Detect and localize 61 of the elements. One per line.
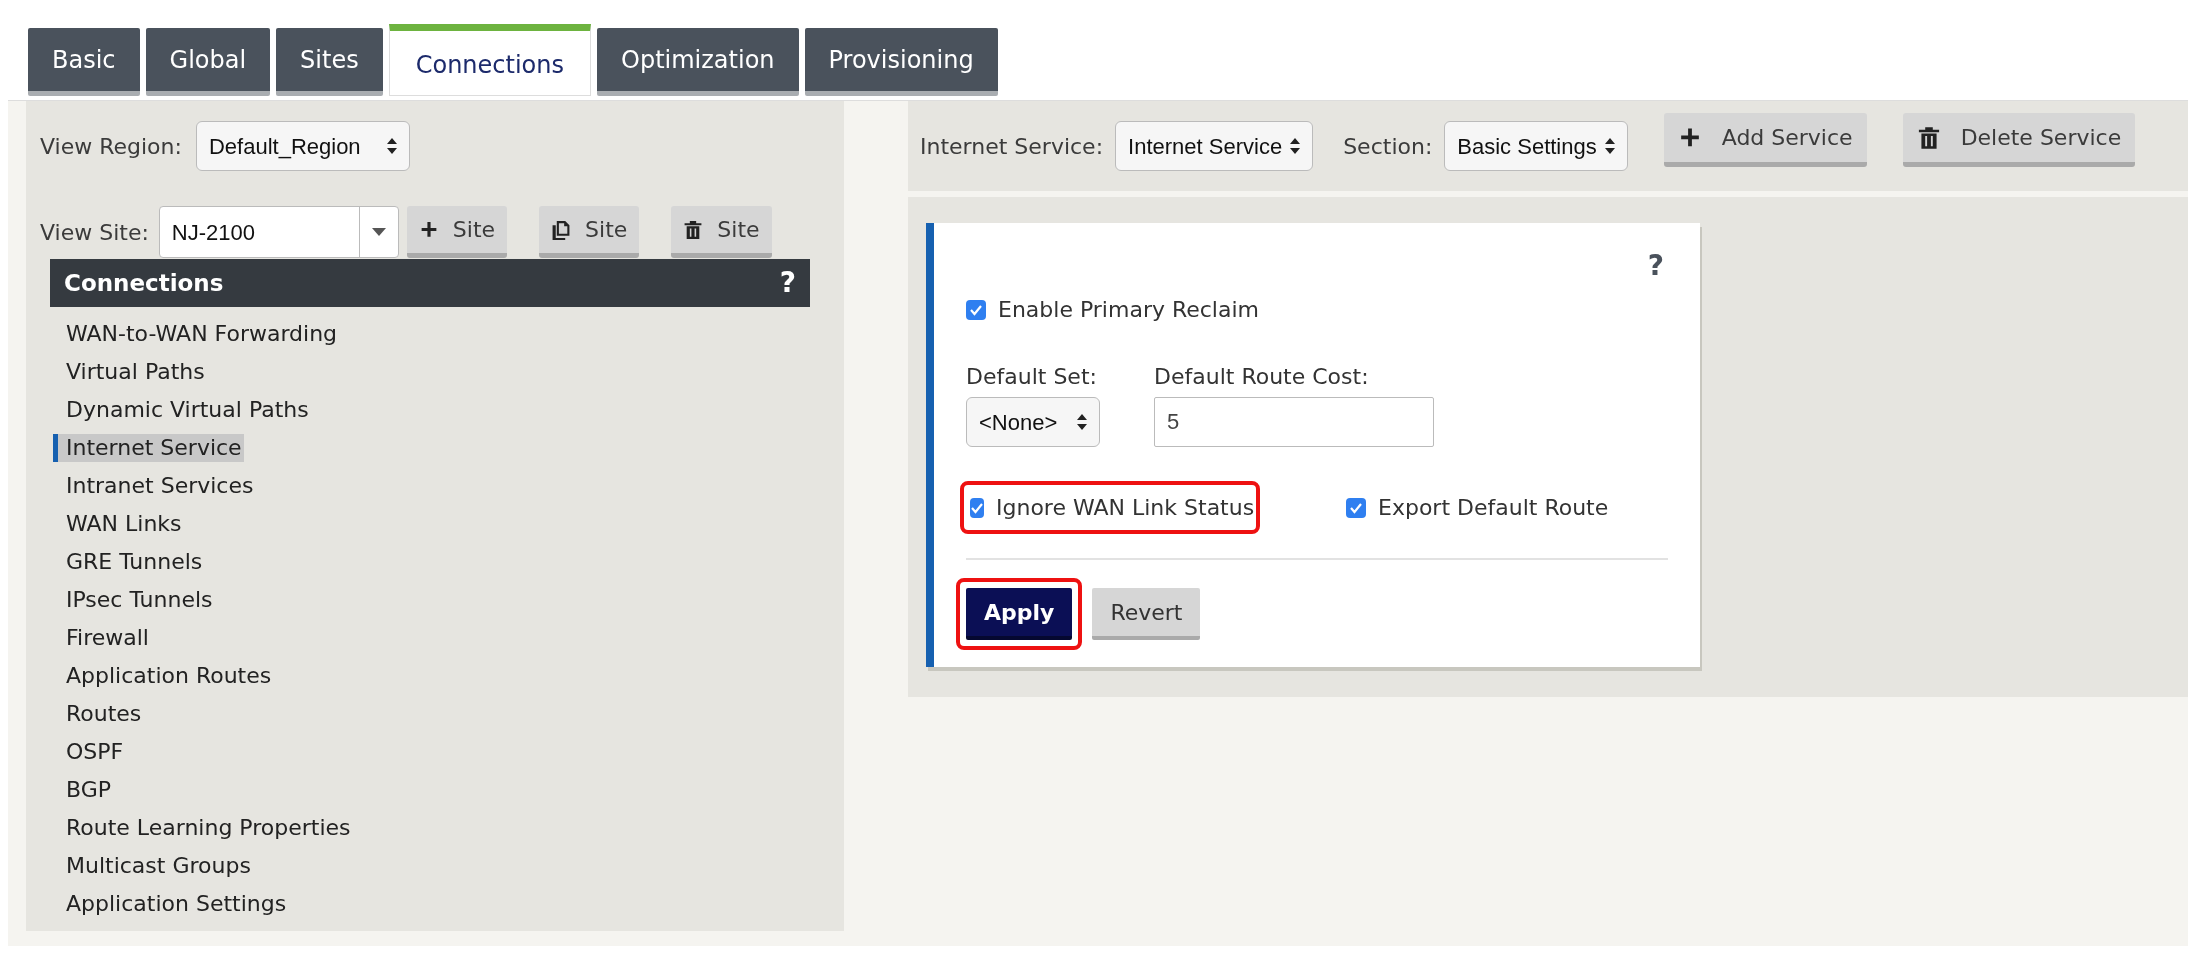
trash-icon xyxy=(683,219,704,240)
field-label: Section: xyxy=(1343,132,1433,161)
tab[interactable]: Provisioning xyxy=(804,28,998,96)
nav-item[interactable]: Route Learning Properties xyxy=(66,814,351,842)
header-title: Connections xyxy=(64,268,224,298)
tab[interactable]: Sites xyxy=(276,28,383,96)
checkbox[interactable] xyxy=(966,299,986,320)
section-select[interactable]: Basic Settings xyxy=(1444,121,1628,171)
site-button[interactable]: Site xyxy=(671,206,772,258)
nav-item[interactable]: WAN-to-WAN Forwarding xyxy=(66,320,338,348)
service-button[interactable]: Add Service xyxy=(1663,113,1867,167)
tab[interactable]: Global xyxy=(145,28,271,96)
checkbox[interactable] xyxy=(1346,497,1366,518)
checkbox[interactable] xyxy=(970,497,984,518)
nav-item[interactable]: Routes xyxy=(66,700,142,728)
nav-item[interactable]: BGP xyxy=(66,776,112,804)
field-label: View Region: xyxy=(40,132,182,161)
route-cost-field[interactable]: 5 xyxy=(1154,397,1434,447)
nav-item[interactable]: Intranet Services xyxy=(66,472,254,500)
checkmark-icon xyxy=(970,501,984,514)
apply-button[interactable]: Apply xyxy=(966,588,1073,640)
site-button[interactable]: Site xyxy=(406,206,508,258)
nav-item[interactable]: Application Settings xyxy=(66,890,287,918)
copy-icon xyxy=(551,219,572,240)
service-button[interactable]: Delete Service xyxy=(1902,113,2136,167)
tab[interactable]: Basic xyxy=(28,28,140,96)
checkbox-label: Enable Primary Reclaim xyxy=(998,296,1259,324)
nav-item[interactable]: Multicast Groups xyxy=(66,852,251,880)
nav-item[interactable]: WAN Links xyxy=(66,510,182,538)
nav-item[interactable]: IPsec Tunnels xyxy=(66,586,213,614)
sort-arrows-icon xyxy=(386,138,397,154)
region-select[interactable]: Default_Region xyxy=(195,121,410,171)
field-label: Internet Service: xyxy=(920,132,1104,161)
checkmark-icon xyxy=(1349,501,1363,514)
checkbox-label: Ignore WAN Link Status xyxy=(996,494,1255,522)
nav-item[interactable]: Dynamic Virtual Paths xyxy=(66,396,309,424)
site-button[interactable]: Site xyxy=(539,206,640,258)
sort-arrows-icon xyxy=(1077,414,1087,430)
nav-item[interactable]: Firewall xyxy=(66,624,149,652)
field-label: Default Set: xyxy=(966,363,1098,391)
nav-item[interactable]: GRE Tunnels xyxy=(66,548,203,576)
nav-item[interactable]: Internet Service xyxy=(53,434,244,462)
site-combobox[interactable]: NJ-2100 xyxy=(158,206,399,258)
checkbox-label: Export Default Route xyxy=(1378,494,1609,522)
nav-item[interactable]: Virtual Paths xyxy=(66,358,205,386)
nav-item[interactable]: Application Routes xyxy=(66,662,272,690)
help-icon[interactable]: ? xyxy=(779,262,796,304)
sort-arrows-icon xyxy=(1290,138,1301,154)
dropdown-caret-icon xyxy=(371,228,386,236)
service-select[interactable]: Internet Service xyxy=(1115,121,1314,171)
tab[interactable]: Optimization xyxy=(597,28,799,96)
nav-item[interactable]: OSPF xyxy=(66,738,124,766)
field-label: View Site: xyxy=(40,218,149,247)
trash-icon xyxy=(1916,125,1941,150)
default-set-select[interactable]: <None> xyxy=(966,397,1100,447)
tab[interactable]: Connections xyxy=(388,24,591,96)
sort-arrows-icon xyxy=(1604,138,1615,154)
help-icon[interactable]: ? xyxy=(1647,245,1664,293)
checkmark-icon xyxy=(969,303,983,316)
revert-button[interactable]: Revert xyxy=(1092,588,1201,640)
field-label: Default Route Cost: xyxy=(1154,363,1370,391)
